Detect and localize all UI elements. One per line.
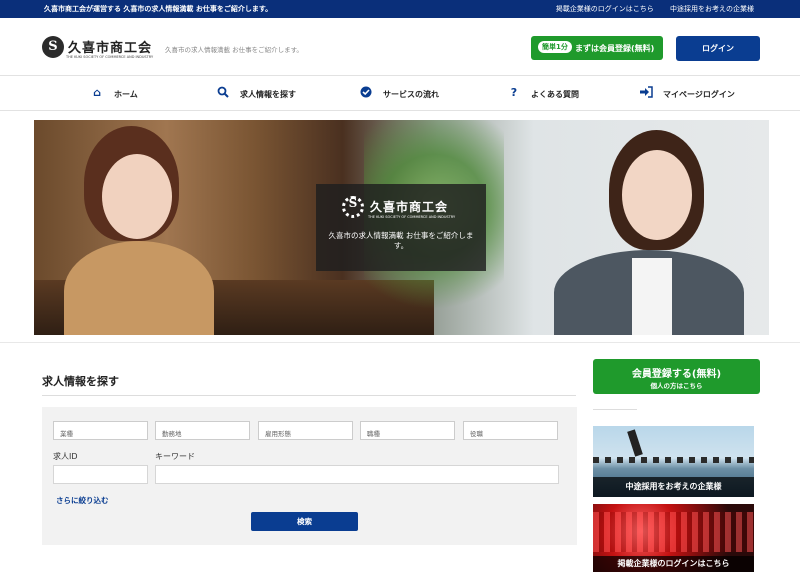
employer-login-link[interactable]: 掲載企業様のログインはこちら (556, 5, 654, 13)
sidebar-register-title: 会員登録する(無料) (631, 369, 722, 380)
sign-in-icon (639, 86, 653, 100)
employment-type-select[interactable]: 雇用形態 (258, 421, 353, 440)
logo-english: THE KUKI SOCIETY OF COMMERCE AND INDUSTR… (66, 55, 154, 59)
site-logo[interactable]: S 久喜市商工会 THE KUKI SOCIETY OF COMMERCE AN… (42, 36, 154, 62)
login-button[interactable]: ログイン (676, 36, 760, 61)
logo-name: 久喜市商工会 (68, 41, 153, 56)
top-bar-links: 掲載企業様のログインはこちら 中途採用をお考えの企業様 (542, 4, 754, 14)
position-select[interactable]: 役職 (463, 421, 558, 440)
job-id-input[interactable] (53, 465, 148, 484)
keyword-input[interactable] (155, 465, 559, 484)
hero-logo-letter: S (348, 196, 358, 210)
industry-select[interactable]: 業種 (53, 421, 148, 440)
section-underline (42, 395, 576, 396)
nav-label: ホーム (114, 90, 138, 99)
search-icon (216, 86, 230, 100)
nav-label: マイページログイン (663, 90, 735, 99)
check-circle-icon (359, 86, 373, 100)
hero-person-right (554, 130, 744, 335)
top-bar: 久喜市商工会が運営する 久喜市の求人情報満載 お仕事をご紹介します。 掲載企業様… (0, 0, 800, 18)
midcareer-banner-caption: 中途採用をお考えの企業様 (593, 477, 754, 497)
keyword-label: キーワード (155, 452, 195, 461)
divider (0, 342, 800, 343)
top-bar-message: 久喜市商工会が運営する 久喜市の求人情報満載 お仕事をご紹介します。 (44, 5, 273, 13)
nav-label: サービスの流れ (383, 90, 439, 99)
register-button[interactable]: 簡単1分 まずは会員登録(無料) (531, 36, 663, 60)
question-icon: ? (510, 86, 518, 99)
hero-person-left (54, 126, 224, 335)
header-tagline: 久喜市の求人情報満載 お仕事をご紹介します。 (165, 46, 303, 54)
site-header: S 久喜市商工会 THE KUKI SOCIETY OF COMMERCE AN… (0, 18, 800, 76)
job-id-label: 求人ID (53, 452, 78, 461)
sidebar-separator (593, 409, 637, 410)
nav-label: 求人情報を探す (240, 90, 296, 99)
hero-caption-box: S 久喜市商工会 THE KUKI SOCIETY OF COMMERCE AN… (316, 184, 486, 271)
location-select[interactable]: 勤務地 (155, 421, 250, 440)
nav-label: よくある質問 (531, 90, 579, 99)
banner-figure (627, 429, 643, 457)
employer-login-banner[interactable]: 掲載企業様のログインはこちら (593, 504, 754, 572)
hero-logo-name: 久喜市商工会 (370, 200, 449, 214)
sidebar-register-sub: 個人の方はこちら (650, 382, 703, 390)
banner-bridge (593, 457, 754, 463)
hero-logo-english: THE KUKI SOCIETY OF COMMERCE AND INDUSTR… (368, 215, 456, 219)
banner-lanterns (593, 512, 754, 552)
logo-letter: S (48, 39, 58, 54)
refine-search-link[interactable]: さらに絞り込む (56, 495, 109, 506)
midcareer-banner[interactable]: 中途採用をお考えの企業様 (593, 426, 754, 497)
midcareer-link[interactable]: 中途採用をお考えの企業様 (670, 5, 754, 13)
job-search-form: 業種 勤務地 雇用形態 職種 役職 求人ID キーワード さらに絞り込む 検索 (42, 407, 577, 545)
home-icon: ⌂ (93, 86, 101, 99)
sidebar-register-button[interactable]: 会員登録する(無料) 個人の方はこちら (593, 359, 760, 394)
register-label: まずは会員登録(無料) (575, 44, 655, 53)
register-pill: 簡単1分 (538, 41, 572, 53)
hero-caption: 久喜市の求人情報満載 お仕事をご紹介します。 (328, 231, 474, 250)
search-button[interactable]: 検索 (251, 512, 358, 531)
job-type-select[interactable]: 職種 (360, 421, 455, 440)
employer-login-banner-caption: 掲載企業様のログインはこちら (593, 556, 754, 572)
main-nav: ⌂ ホーム 求人情報を探す サービスの流れ ? よくある質問 マイページログイン (0, 77, 800, 111)
section-title: 求人情報を探す (42, 375, 119, 388)
